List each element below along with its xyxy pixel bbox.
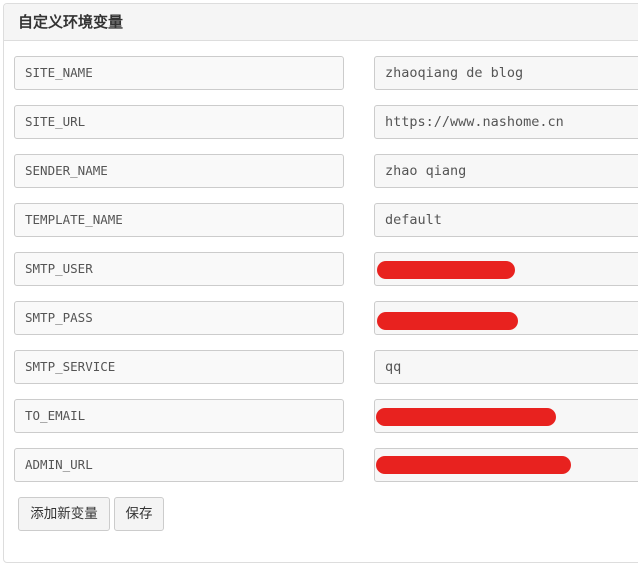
variable-row: SMTP_USER	[0, 252, 638, 286]
variable-name-input[interactable]: SMTP_SERVICE	[14, 350, 344, 384]
variable-name-input[interactable]: SITE_URL	[14, 105, 344, 139]
variable-value-input[interactable]: qq	[374, 350, 638, 384]
variable-name-input[interactable]: ADMIN_URL	[14, 448, 344, 482]
variable-row: SENDER_NAME zhao qiang	[0, 154, 638, 188]
variable-row: SITE_NAME zhaoqiang de blog	[0, 56, 638, 90]
redaction-mark	[376, 456, 571, 474]
variable-row: TEMPLATE_NAME default	[0, 203, 638, 237]
variable-name-input[interactable]: SENDER_NAME	[14, 154, 344, 188]
save-button[interactable]: 保存	[114, 497, 164, 531]
variable-name-input[interactable]: TEMPLATE_NAME	[14, 203, 344, 237]
variable-name-input[interactable]: SMTP_USER	[14, 252, 344, 286]
variable-value-input[interactable]: zhao qiang	[374, 154, 638, 188]
redaction-mark	[377, 261, 515, 279]
variable-value-input[interactable]: zhaoqiang de blog	[374, 56, 638, 90]
variable-value-input[interactable]: default	[374, 203, 638, 237]
variable-name-input[interactable]: TO_EMAIL	[14, 399, 344, 433]
add-variable-button[interactable]: 添加新变量	[18, 497, 110, 531]
variable-row: SMTP_PASS	[0, 301, 638, 335]
variable-row: SITE_URL https://www.nashome.cn	[0, 105, 638, 139]
variable-value-input[interactable]: https://www.nashome.cn	[374, 105, 638, 139]
variable-name-input[interactable]: SMTP_PASS	[14, 301, 344, 335]
redaction-mark	[376, 408, 556, 426]
variable-name-input[interactable]: SITE_NAME	[14, 56, 344, 90]
panel-title: 自定义环境变量	[4, 4, 638, 41]
redaction-mark	[377, 312, 518, 330]
variable-row: SMTP_SERVICE qq	[0, 350, 638, 384]
